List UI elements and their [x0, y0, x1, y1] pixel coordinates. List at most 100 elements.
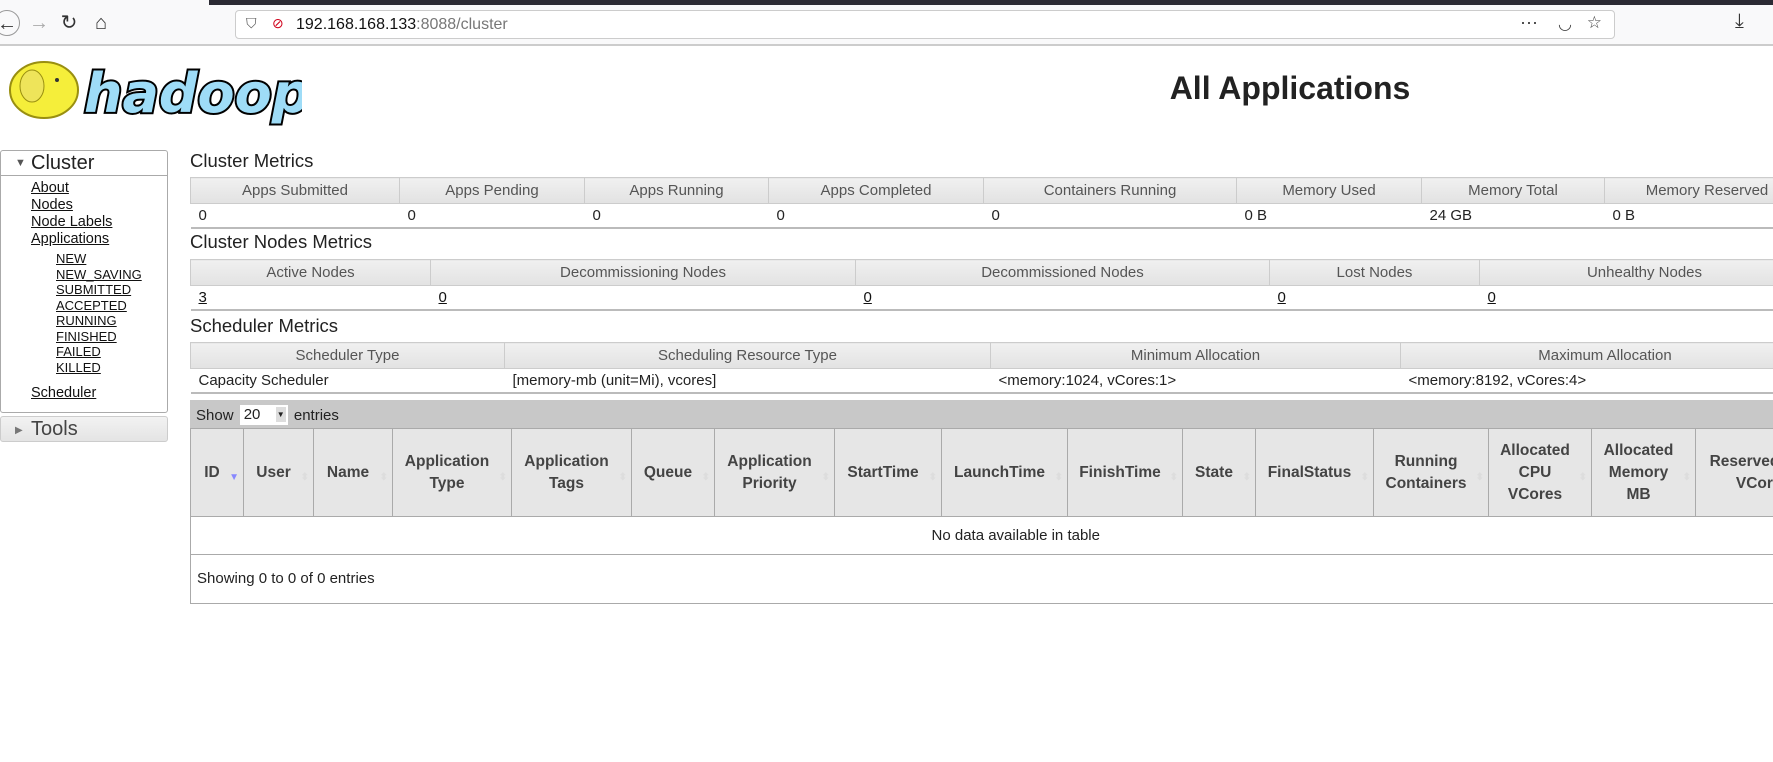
entries-label: entries — [293, 407, 339, 424]
header-decommissioning-nodes: Decommissioning Nodes — [430, 259, 856, 286]
link-decommissioning-nodes[interactable]: 0 — [439, 289, 447, 306]
column-finalstatus[interactable]: FinalStatus ⬍ — [1255, 428, 1374, 517]
cluster-toggle[interactable]: ▼ Cluster — [1, 151, 167, 176]
download-icon[interactable]: ⤓ — [1735, 10, 1744, 33]
caret-right-icon: ▶ — [15, 425, 23, 436]
column-application-type[interactable]: Application Type ⬍ — [392, 428, 512, 517]
scheduler-metrics-title: Scheduler Metrics — [190, 315, 339, 336]
header-memory-total: Memory Total — [1421, 177, 1605, 204]
forward-icon[interactable]: → — [26, 10, 52, 36]
header-unhealthy-nodes: Unhealthy Nodes — [1479, 259, 1773, 286]
value-lost-nodes: 0 — [1269, 285, 1480, 311]
sidebar-cluster: ▼ Cluster About Nodes Node Labels Applica… — [0, 150, 168, 413]
pocket-icon[interactable]: ◡ — [1558, 14, 1572, 34]
header-maximum-allocation: Maximum Allocation — [1400, 342, 1773, 369]
state-link-killed[interactable]: KILLED — [56, 360, 167, 376]
hadoop-logo[interactable]: hadoop — [2, 50, 312, 131]
column-label: FinalStatus — [1267, 463, 1352, 481]
column-finishtime[interactable]: FinishTime ⬍ — [1067, 428, 1183, 517]
sort-icon: ⬍ — [1360, 472, 1369, 483]
url-text[interactable]: 192.168.168.133:8088/cluster — [296, 16, 508, 34]
shield-icon[interactable]: ⛉ — [246, 15, 257, 32]
value-minimum-allocation: <memory:1024, vCores:1> — [990, 368, 1401, 394]
column-running-containers[interactable]: Running Containers ⬍ — [1373, 428, 1489, 517]
header-memory-used: Memory Used — [1236, 177, 1422, 204]
column-queue[interactable]: Queue ⬍ — [631, 428, 715, 517]
sort-icon: ⬍ — [300, 472, 309, 483]
show-label: Show — [196, 407, 234, 424]
column-label: Reserved CPU VCores — [1709, 452, 1773, 492]
link-lost-nodes[interactable]: 0 — [1278, 289, 1286, 306]
value-active-nodes: 3 — [190, 285, 431, 311]
sort-icon: ⬍ — [498, 472, 507, 483]
page-title: All Applications — [1169, 70, 1411, 106]
sidebar-link-about[interactable]: About — [31, 180, 167, 197]
column-allocated-memory-mb[interactable]: Allocated Memory MB ⬍ — [1591, 428, 1696, 517]
column-application-priority[interactable]: Application Priority ⬍ — [714, 428, 835, 517]
tools-toggle[interactable]: ▶ Tools — [0, 416, 168, 442]
insecure-lock-icon[interactable]: ⊘ — [272, 15, 284, 32]
value-apps-running: 0 — [584, 203, 769, 229]
star-icon[interactable]: ☆ — [1587, 13, 1602, 33]
column-label: StartTime — [847, 463, 919, 481]
sidebar-link-nodes[interactable]: Nodes — [31, 197, 167, 214]
column-id[interactable]: ID ▼ — [190, 428, 244, 517]
reload-icon[interactable]: ↻ — [56, 10, 82, 36]
header-apps-pending: Apps Pending — [399, 177, 585, 204]
link-unhealthy-nodes[interactable]: 0 — [1488, 289, 1496, 306]
link-active-nodes[interactable]: 3 — [199, 289, 207, 306]
column-label: ID — [204, 463, 220, 481]
column-reserved-cpu-vcores[interactable]: Reserved CPU VCores⬍ — [1695, 428, 1773, 517]
cluster-label: Cluster — [31, 152, 95, 174]
scheduler-metrics-table: Scheduler Type Scheduling Resource Type Mi… — [190, 342, 1773, 394]
header-apps-submitted: Apps Submitted — [190, 177, 400, 204]
sidebar-link-scheduler[interactable]: Scheduler — [31, 385, 167, 402]
sort-icon: ⬍ — [1682, 472, 1691, 483]
value-unhealthy-nodes: 0 — [1479, 285, 1773, 311]
state-link-accepted[interactable]: ACCEPTED — [56, 298, 167, 314]
url-bar[interactable]: ⛉ ⊘ 192.168.168.133:8088/cluster ⋯ ◡ ☆ — [235, 10, 1615, 39]
back-icon[interactable]: ← — [0, 10, 20, 36]
header-containers-running: Containers Running — [983, 177, 1237, 204]
home-icon[interactable]: ⌂ — [88, 10, 114, 36]
sidebar-link-node-labels[interactable]: Node Labels — [31, 214, 167, 231]
value-memory-used: 0 B — [1236, 203, 1422, 229]
more-icon[interactable]: ⋯ — [1520, 13, 1538, 34]
sort-icon: ⬍ — [928, 472, 937, 483]
column-allocated-cpu-vcores[interactable]: Allocated CPU VCores ⬍ — [1488, 428, 1592, 517]
header-scheduling-resource-type: Scheduling Resource Type — [504, 342, 991, 369]
sort-icon: ⬍ — [701, 472, 710, 483]
column-application-tags[interactable]: Application Tags ⬍ — [511, 428, 632, 517]
node-metrics-table: Active Nodes Decommissioning Nodes Decommi… — [190, 259, 1773, 311]
sort-asc-icon: ▼ — [229, 472, 239, 483]
state-link-new-saving[interactable]: NEW_SAVING — [56, 267, 167, 283]
sort-icon: ⬍ — [379, 472, 388, 483]
cluster-metrics-title: Cluster Metrics — [190, 150, 314, 171]
sort-icon: ⬍ — [1242, 472, 1251, 483]
value-scheduling-resource-type: [memory-mb (unit=Mi), vcores] — [504, 368, 991, 394]
table-info: Showing 0 to 0 of 0 entries — [190, 554, 1773, 604]
state-link-finished[interactable]: FINISHED — [56, 329, 167, 345]
header-apps-completed: Apps Completed — [768, 177, 984, 204]
header-active-nodes: Active Nodes — [190, 259, 431, 286]
column-starttime[interactable]: StartTime ⬍ — [834, 428, 942, 517]
page-size-select[interactable]: 20 ▼ — [239, 405, 288, 425]
column-user[interactable]: User ⬍ — [243, 428, 314, 517]
link-decommissioned-nodes[interactable]: 0 — [864, 289, 872, 306]
state-link-running[interactable]: RUNNING — [56, 313, 167, 329]
column-launchtime[interactable]: LaunchTime ⬍ — [941, 428, 1068, 517]
state-link-failed[interactable]: FAILED — [56, 344, 167, 360]
sort-icon: ⬍ — [1475, 472, 1484, 483]
empty-message: No data available in table — [190, 516, 1773, 555]
value-containers-running: 0 — [983, 203, 1237, 229]
header-decommissioned-nodes: Decommissioned Nodes — [855, 259, 1270, 286]
header-apps-running: Apps Running — [584, 177, 769, 204]
state-link-new[interactable]: NEW — [56, 251, 167, 267]
value-decommissioned-nodes: 0 — [855, 285, 1270, 311]
state-link-submitted[interactable]: SUBMITTED — [56, 282, 167, 298]
sort-icon: ⬍ — [1169, 472, 1178, 483]
column-label: User — [256, 463, 291, 481]
column-state[interactable]: State ⬍ — [1182, 428, 1256, 517]
sidebar-link-applications[interactable]: Applications — [31, 231, 167, 248]
column-name[interactable]: Name ⬍ — [313, 428, 393, 517]
